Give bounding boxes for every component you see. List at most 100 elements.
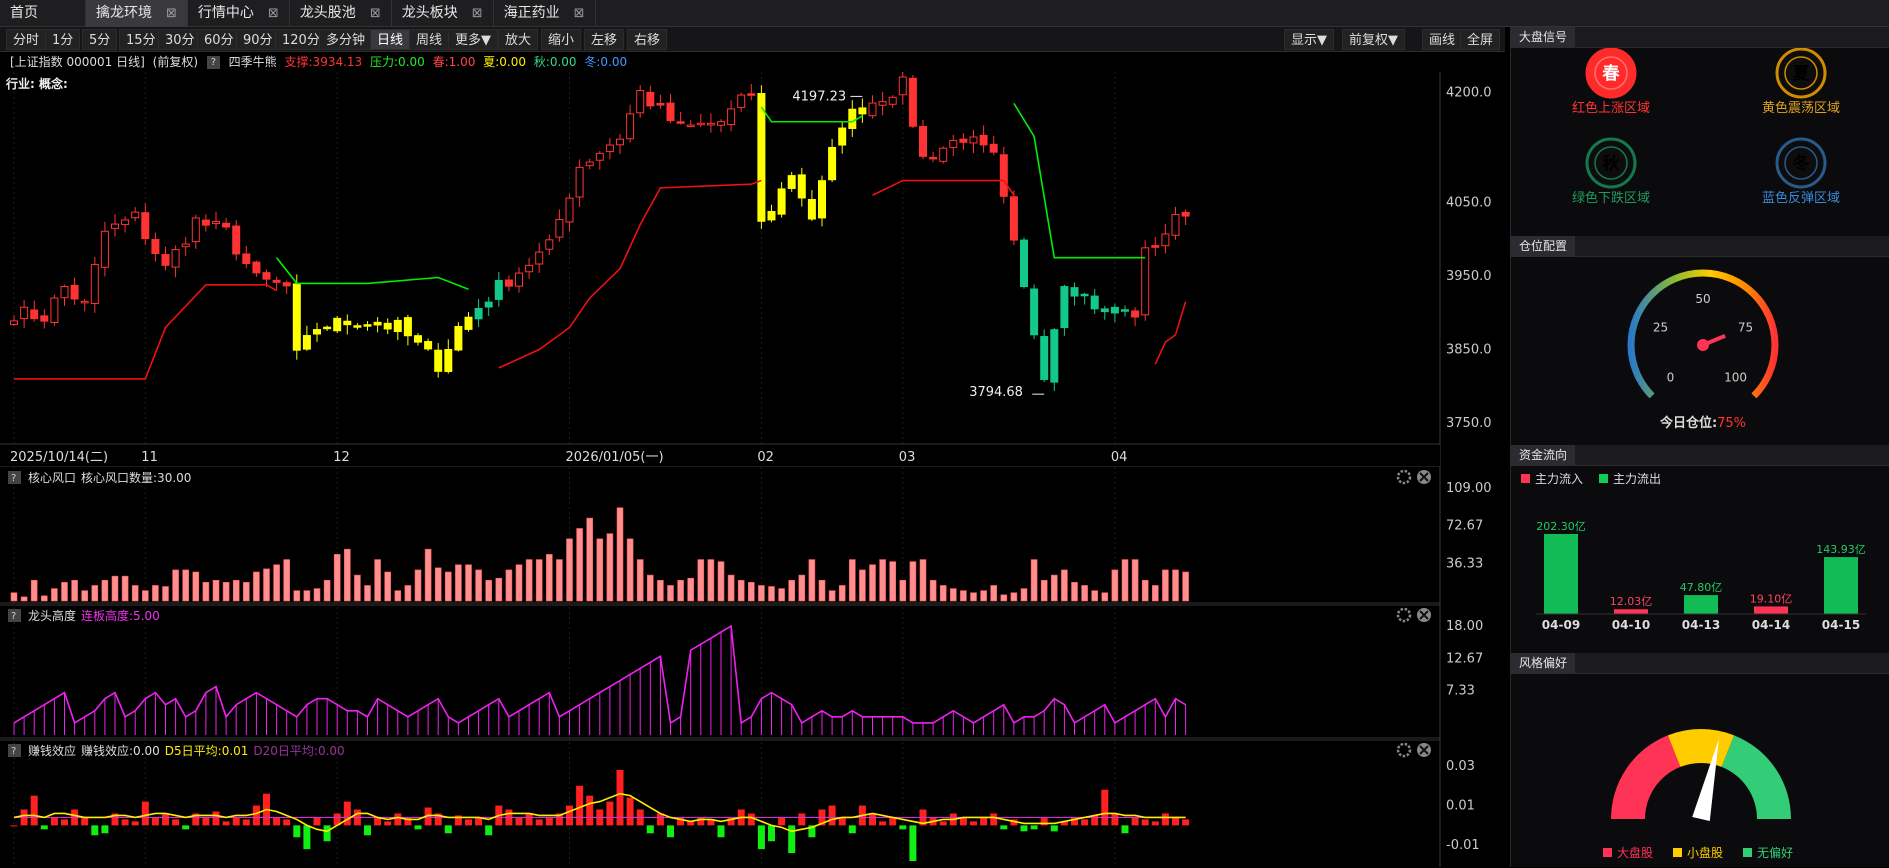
wind-bar [687,577,695,602]
period-button-8[interactable]: 多分钟 [319,29,373,50]
period-button-0[interactable]: 分时 [6,29,47,50]
effect-bar [828,805,836,826]
wind-bar [566,538,573,602]
signal-2[interactable]: 秋绿色下跌区域 [1572,137,1650,206]
period-button-6[interactable]: 90分 [236,29,280,50]
toolbar-right-0[interactable]: 显示▼ [1284,29,1334,50]
candle-body [1009,196,1018,241]
effect-bar [101,825,109,834]
wind-bar [293,590,301,602]
candle-body [565,197,574,223]
signal-0[interactable]: 春红色上涨区域 [1572,47,1650,116]
candle-body [90,264,99,305]
tab-4[interactable]: 龙头板块 ⊠ [392,0,494,27]
signal-3[interactable]: 冬蓝色反弹区域 [1762,137,1840,206]
candle-body [302,335,311,350]
candle-body [636,90,645,114]
wind-bar [667,585,674,602]
flow-value: 202.30亿 [1536,520,1586,533]
period-button-5[interactable]: 60分 [197,29,241,50]
tab-label: 擒龙环境 [96,5,152,21]
close-icon[interactable]: ⊠ [370,6,381,21]
style-legend-label: 小盘股 [1687,845,1723,860]
period-button-9[interactable]: 日线 [370,29,411,50]
flow-value: 12.03亿 [1610,595,1653,608]
wind-bar [798,574,806,602]
effect-bar [626,797,634,826]
x-axis-strip [0,445,1440,466]
spring-value: 春:1.00 [432,55,476,69]
period-button-10[interactable]: 周线 [409,29,450,50]
candle-body [1050,329,1059,383]
candle-body [828,146,837,181]
effect-bar [747,813,755,826]
charts-area[interactable]: 4197.23 3794.68 4200.0 4050.0 3950.0 3850.0 37… [0,72,1505,867]
chart-toolbar: 分时 1分 5分 15分 30分 60分 90分 120分 多分钟 日线 周线 更多▼ 放大 缩小 左移 右移… [0,27,1505,52]
pane-label: 赚钱效应 [28,743,76,758]
signal-1[interactable]: 夏黄色震荡区域 [1762,47,1840,116]
toolbar-right-1[interactable]: 前复权▼ [1342,29,1405,50]
candle-body [131,211,140,219]
effect-bar [566,805,573,826]
wind-bar [818,579,826,602]
tab-3[interactable]: 龙头股池 ⊠ [290,0,392,27]
tab-0[interactable]: 首页 [0,0,86,27]
style-legend-label: 大盘股 [1617,845,1653,860]
wind-bar [808,559,816,602]
period-button-1[interactable]: 1分 [45,29,81,50]
candle-body [1080,293,1089,297]
effect-bar [1131,817,1139,826]
effect-bar [970,821,977,826]
tab-1[interactable]: 擒龙环境 ⊠ [86,0,188,27]
candle-body [767,210,776,221]
candle-body [959,138,968,143]
style-arc-large [1611,735,1681,819]
candle-body [474,308,483,320]
help-icon[interactable]: ? [206,56,220,69]
period-button-3[interactable]: 15分 [119,29,163,50]
period-button-2[interactable]: 5分 [82,29,118,50]
wind-bar [727,574,735,602]
wind-bar [333,554,341,602]
candle-body [1100,308,1109,313]
effect-bar [667,825,674,838]
action-button-1[interactable]: 缩小 [541,29,582,50]
candle-body [939,147,948,162]
effect-bar [1121,825,1129,834]
toolbar-right-2[interactable]: 画线 [1422,29,1463,50]
candle-body [1131,310,1140,318]
close-icon[interactable]: ⊠ [574,6,585,21]
annotation-label: 3794.68 [969,385,1023,400]
close-icon[interactable]: ⊠ [268,6,279,21]
wind-bar [869,564,876,602]
y-tick-label: 0.01 [1446,799,1475,814]
x-tick-label: 03 [899,450,916,465]
action-button-2[interactable]: 左移 [584,29,625,50]
effect-bar [212,811,220,826]
effect-bar [323,825,331,842]
position-title: 仓位配置 [1511,236,1576,257]
period-button-11[interactable]: 更多▼ [448,29,498,50]
style-legend-swatch [1673,848,1682,857]
wind-bar [929,579,937,602]
y-tick-label: -0.01 [1446,838,1480,853]
effect-bar [172,819,180,826]
wind-bar [202,582,210,602]
tab-2[interactable]: 行情中心 ⊠ [188,0,290,27]
close-icon[interactable]: ⊠ [472,6,483,21]
action-button-3[interactable]: 右移 [627,29,668,50]
candle-body [30,309,39,320]
period-button-4[interactable]: 30分 [158,29,202,50]
candle-body [848,108,857,129]
gauge-tick: 50 [1695,292,1710,306]
candle-body [262,272,271,280]
wind-bar [414,569,422,602]
action-button-0[interactable]: 放大 [498,29,539,50]
toolbar-right-3[interactable]: 全屏 [1460,29,1501,50]
wind-bar [1152,585,1159,602]
close-icon[interactable]: ⊠ [166,6,177,21]
wind-bar [838,585,846,602]
tab-5[interactable]: 海正药业 ⊠ [494,0,596,27]
signal-glyph: 夏 [1793,64,1811,84]
y-tick-label: 109.00 [1446,481,1492,496]
